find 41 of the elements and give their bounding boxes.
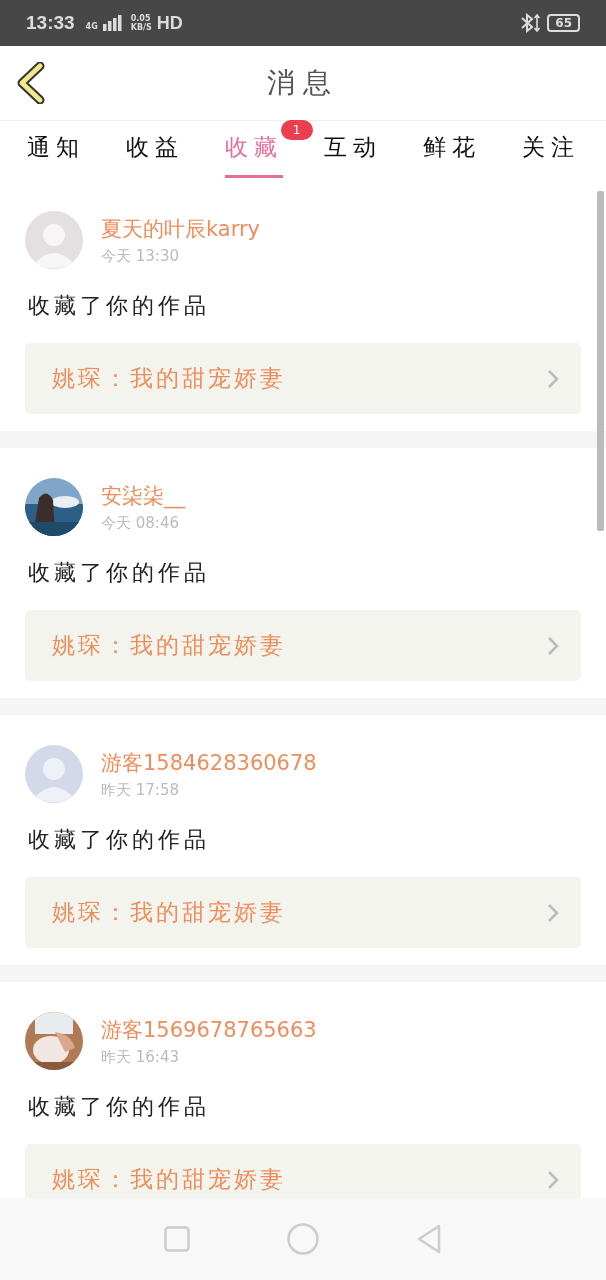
tab[interactable]: 收益 [125, 124, 184, 178]
user-name[interactable]: 夏天的叶辰karry [101, 214, 260, 243]
message-time: 昨天 16:43 [101, 1047, 180, 1067]
hd-label: HD [156, 12, 183, 34]
user-name[interactable]: 安柒柒__ [101, 481, 185, 510]
tab[interactable]: 互动 [323, 124, 382, 178]
message-time: 今天 08:46 [101, 513, 180, 533]
chevron-right-icon [547, 902, 559, 923]
message-text: 收藏了你的作品 [28, 559, 211, 587]
avatar-icon [25, 745, 83, 803]
home-icon[interactable] [287, 1223, 319, 1255]
signal-icon [102, 15, 123, 31]
count-badge: 1 [280, 120, 313, 140]
speed-value: 0.05 [130, 14, 152, 23]
chevron-right-icon [547, 368, 559, 389]
speed-unit: KB/S [130, 23, 152, 32]
message-time: 昨天 17:58 [101, 780, 180, 800]
network-type: 4G [85, 22, 98, 31]
user-name[interactable]: 游客1569678765663 [101, 1015, 317, 1044]
message-text: 收藏了你的作品 [28, 826, 211, 854]
user-name[interactable]: 游客1584628360678 [101, 748, 317, 777]
work-link[interactable]: 姚琛：我的甜宠娇妻 [25, 877, 581, 948]
back-icon[interactable] [416, 1224, 443, 1254]
clock-time: 13:33 [26, 12, 75, 34]
chevron-right-icon [547, 1169, 559, 1190]
back-button[interactable] [16, 62, 46, 104]
work-link[interactable]: 姚琛：我的甜宠娇妻 [25, 1144, 581, 1198]
bluetooth-icon [520, 13, 543, 33]
page-title: 消息 [267, 65, 339, 101]
tab[interactable]: 关注 [521, 124, 580, 178]
tab[interactable]: 通知 [26, 124, 85, 178]
message-time: 今天 13:30 [101, 246, 180, 266]
message-text: 收藏了你的作品 [28, 1093, 211, 1121]
work-link[interactable]: 姚琛：我的甜宠娇妻 [25, 343, 581, 414]
avatar-icon [25, 211, 83, 269]
message-text: 收藏了你的作品 [28, 292, 211, 320]
recent-apps-icon[interactable] [163, 1226, 190, 1252]
work-link[interactable]: 姚琛：我的甜宠娇妻 [25, 610, 581, 681]
battery-level: 65 [547, 14, 580, 32]
chevron-right-icon [547, 635, 559, 656]
tab[interactable]: 鲜花 [422, 124, 481, 178]
